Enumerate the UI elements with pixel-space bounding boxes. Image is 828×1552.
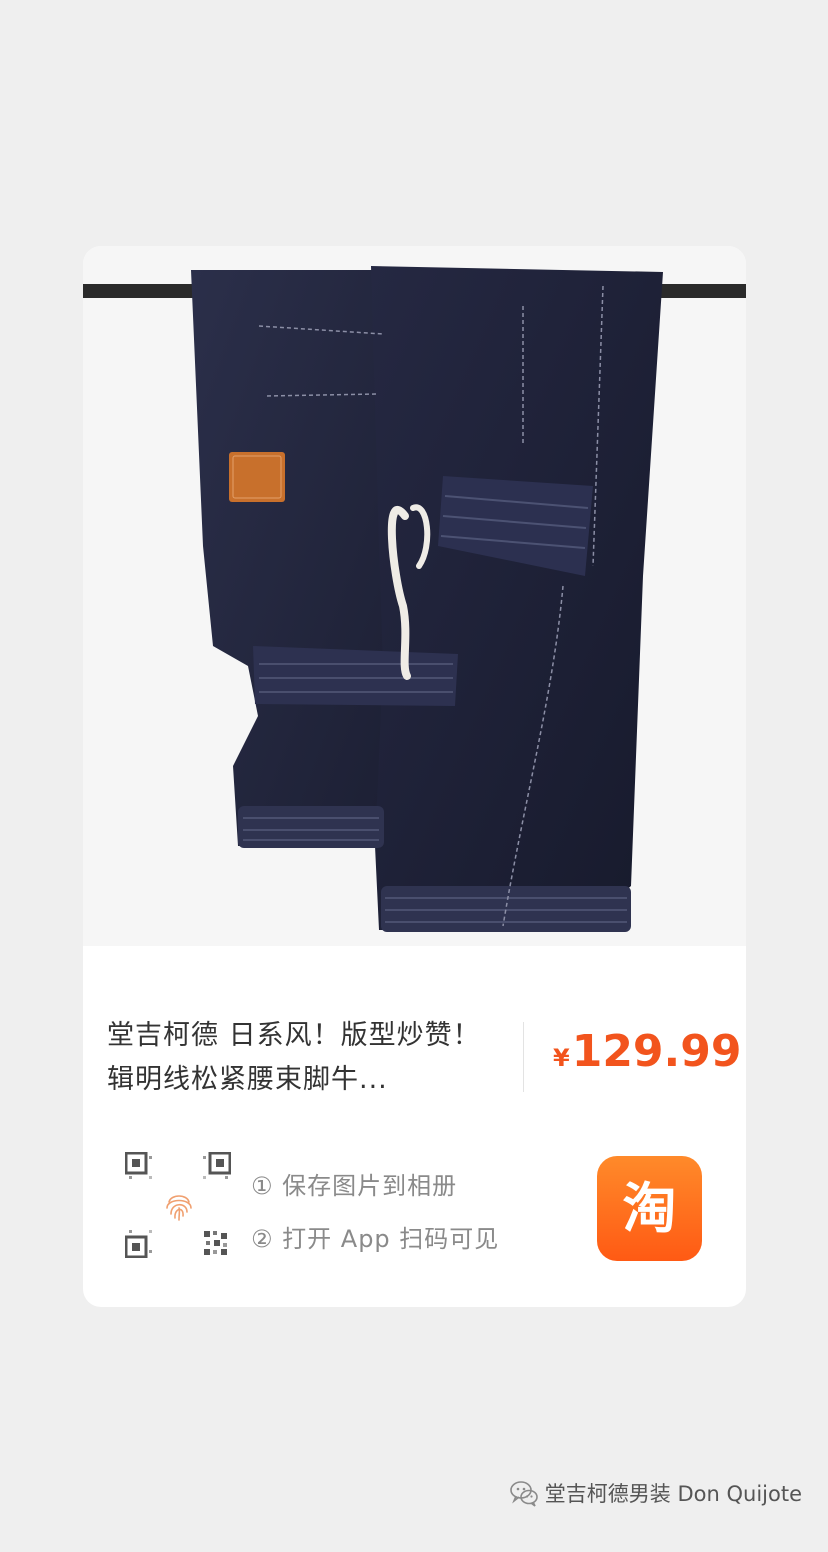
price-value: 129.99 — [571, 1026, 742, 1077]
taobao-app-char: 淘 — [622, 1176, 677, 1240]
qr-code-placeholder — [125, 1152, 233, 1260]
instruction-save-image: ① 保存图片到相册 — [251, 1172, 458, 1200]
instruction-open-app: ② 打开 App 扫码可见 — [251, 1225, 500, 1253]
product-price: ¥129.99 — [553, 1026, 742, 1077]
qr-finder-bottom-left-icon — [125, 1230, 152, 1258]
footer-attribution: 堂吉柯德男装 Don Quijote — [509, 1478, 802, 1508]
taobao-app-icon[interactable]: 淘 — [597, 1156, 702, 1261]
qr-finder-top-right-icon — [203, 1152, 231, 1179]
product-photo — [83, 246, 746, 946]
product-share-card: 堂吉柯德 日系风！版型炒赞！辑明线松紧腰束脚牛... ¥129.99 ① 保存图… — [83, 246, 746, 1307]
wechat-icon — [509, 1481, 538, 1507]
account-name: 堂吉柯德男装 Don Quijote — [544, 1482, 802, 1506]
qr-finder-top-left-icon — [125, 1152, 152, 1179]
currency-symbol: ¥ — [553, 1044, 570, 1072]
qr-pattern-bottom-right-icon — [204, 1231, 227, 1255]
title-price-divider — [523, 1022, 524, 1092]
product-title[interactable]: 堂吉柯德 日系风！版型炒赞！辑明线松紧腰束脚牛... — [107, 1014, 487, 1102]
fingerprint-icon — [166, 1195, 192, 1221]
